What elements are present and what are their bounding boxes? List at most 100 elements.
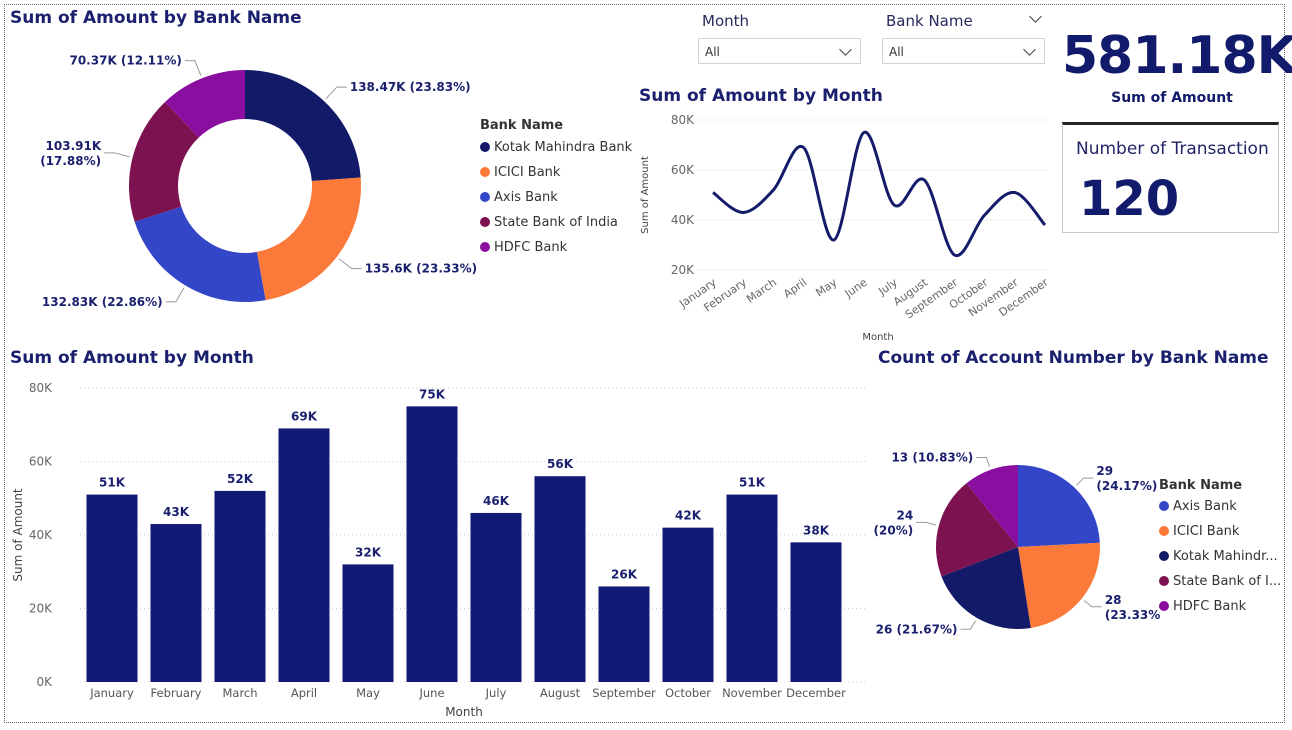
pie-data-label: 26 (21.67%)	[876, 622, 958, 636]
pie-data-label: (20%)	[874, 523, 914, 537]
bar-september[interactable]	[598, 586, 650, 682]
pie-slice[interactable]	[1018, 465, 1100, 547]
line-x-tick: May	[813, 276, 839, 300]
legend-label: ICICI Bank	[1173, 524, 1240, 539]
donut-leader-line	[325, 86, 347, 100]
bar-march[interactable]	[214, 490, 266, 682]
donut-slice[interactable]	[134, 206, 266, 302]
pie-legend-item[interactable]: ICICI Bank	[1159, 524, 1239, 539]
chevron-down-icon	[1023, 43, 1036, 56]
legend-label: Axis Bank	[494, 190, 558, 205]
bar-x-tick: May	[356, 686, 380, 700]
bar-x-axis-title: Month	[445, 705, 483, 719]
line-x-tick: June	[842, 276, 870, 301]
pie-leader-line	[916, 521, 937, 526]
bar-x-tick: August	[540, 686, 581, 700]
donut-legend-item[interactable]: Kotak Mahindra Bank	[480, 140, 632, 155]
chevron-down-icon	[839, 43, 852, 56]
bar-chart-title: Sum of Amount by Month	[10, 348, 254, 368]
kpi-label: Sum of Amount	[1111, 90, 1233, 106]
bar-may[interactable]	[342, 564, 394, 682]
bar-y-tick: 40K	[29, 528, 53, 542]
legend-label: State Bank of I...	[1173, 574, 1282, 589]
legend-marker-icon	[480, 217, 490, 227]
bar-data-label: 46K	[483, 494, 510, 508]
donut-leader-line	[165, 287, 185, 303]
pie-legend-item[interactable]: Kotak Mahindr...	[1159, 549, 1278, 564]
line-y-tick: 80K	[671, 113, 695, 127]
pie-legend-title: Bank Name	[1159, 478, 1243, 493]
card-value: 120	[1079, 171, 1180, 227]
line-x-tick: March	[744, 276, 779, 306]
bar-data-label: 52K	[227, 472, 254, 486]
legend-marker-icon	[1159, 576, 1169, 586]
bar-x-tick: June	[418, 686, 444, 700]
legend-label: HDFC Bank	[494, 240, 568, 255]
card-label: Number of Transaction	[1076, 139, 1269, 159]
bar-february[interactable]	[150, 523, 202, 682]
bar-december[interactable]	[790, 542, 842, 682]
bar-y-tick: 80K	[29, 381, 53, 395]
pie-slice[interactable]	[1018, 542, 1100, 628]
legend-marker-icon	[1159, 501, 1169, 511]
legend-label: Kotak Mahindra Bank	[494, 140, 633, 155]
pie-legend-item[interactable]: Axis Bank	[1159, 499, 1237, 514]
pie-chart[interactable]: 29(24.17%) 28(23.33%) 26 (21.67%) 24(20%) 13…	[870, 430, 1160, 660]
legend-marker-icon	[480, 142, 490, 152]
bar-data-label: 69K	[291, 409, 318, 423]
line-x-axis-title: Month	[862, 332, 893, 343]
line-chart[interactable]: 20K40K60K80KJanuaryFebruaryMarch April May…	[630, 110, 1060, 350]
month-slicer-value: All	[705, 45, 720, 59]
bar-data-label: 42K	[675, 509, 702, 523]
bar-july[interactable]	[470, 512, 522, 682]
donut-data-label: 138.47K (23.83%)	[350, 80, 471, 94]
donut-data-label: 132.83K (22.86%)	[42, 295, 163, 309]
bar-april[interactable]	[278, 428, 330, 682]
bar-chart[interactable]: 0K 20K 40K 60K 80K 51K January 43K February 52K Ma…	[0, 375, 870, 725]
donut-leader-line	[338, 258, 362, 270]
bar-x-tick: March	[222, 686, 257, 700]
donut-legend-item[interactable]: ICICI Bank	[480, 165, 560, 180]
bar-data-label: 26K	[611, 567, 638, 581]
legend-label: HDFC Bank	[1173, 599, 1247, 614]
transaction-count-card: Number of Transaction 120	[1062, 122, 1279, 233]
donut-slice[interactable]	[256, 177, 362, 301]
donut-data-label: 135.6K (23.33%)	[365, 262, 477, 276]
bank-slicer-value: All	[889, 45, 904, 59]
pie-leader-line	[960, 620, 976, 630]
pie-data-label: (23.33%)	[1105, 608, 1160, 622]
bar-data-label: 38K	[803, 523, 830, 537]
bar-data-label: 51K	[99, 476, 126, 490]
line-y-tick: 20K	[671, 263, 695, 277]
bar-october[interactable]	[662, 527, 714, 682]
pie-legend-item[interactable]: HDFC Bank	[1159, 599, 1246, 614]
bar-june[interactable]	[406, 406, 458, 682]
pie-leader-line	[1083, 600, 1102, 608]
bar-x-tick: December	[786, 686, 846, 700]
donut-legend-title: Bank Name	[480, 118, 564, 133]
legend-marker-icon	[1159, 601, 1169, 611]
donut-chart[interactable]: 138.47K (23.83%) 135.6K (23.33%) 132.83K (…	[0, 40, 640, 320]
month-slicer-dropdown[interactable]: All	[698, 38, 861, 64]
bank-slicer-dropdown[interactable]: All	[882, 38, 1045, 64]
pie-data-label: 13 (10.83%)	[891, 450, 973, 464]
donut-title: Sum of Amount by Bank Name	[10, 8, 302, 28]
bar-y-axis-title: Sum of Amount	[11, 488, 25, 582]
month-slicer-label: Month	[702, 12, 750, 30]
bar-november[interactable]	[726, 494, 778, 682]
legend-label: Kotak Mahindr...	[1173, 549, 1278, 564]
pie-data-label: 28	[1105, 593, 1122, 607]
donut-legend-item[interactable]: Axis Bank	[480, 190, 558, 205]
line-series-amount[interactable]	[712, 130, 1047, 257]
bar-january[interactable]	[86, 494, 138, 682]
donut-legend-item[interactable]: HDFC Bank	[480, 240, 567, 255]
bar-x-tick: January	[89, 686, 134, 700]
bar-x-tick: November	[722, 686, 782, 700]
legend-label: Axis Bank	[1173, 499, 1237, 514]
donut-data-label: (17.88%)	[40, 154, 101, 168]
kpi-total-amount: 581.18K	[1062, 26, 1292, 86]
pie-leader-line	[1076, 477, 1094, 486]
pie-legend-item[interactable]: State Bank of I...	[1159, 574, 1281, 589]
donut-legend-item[interactable]: State Bank of India	[480, 215, 618, 230]
bar-august[interactable]	[534, 476, 586, 682]
